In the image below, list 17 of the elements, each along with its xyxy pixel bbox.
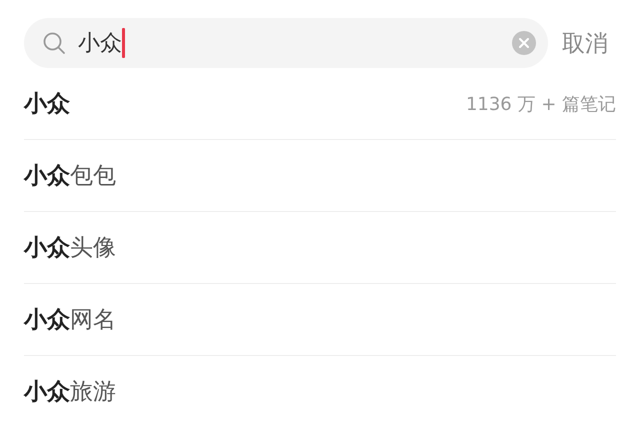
suggestion-item[interactable]: 小众网名 — [24, 284, 616, 356]
clear-icon[interactable] — [512, 31, 536, 55]
search-text: 小众 — [78, 30, 122, 58]
suggestion-text: 小众 — [24, 90, 70, 119]
suggestion-item[interactable]: 小众包包 — [24, 140, 616, 212]
text-cursor — [122, 28, 125, 58]
suggestion-item[interactable]: 小众头像 — [24, 212, 616, 284]
search-field[interactable]: 小众 — [24, 18, 548, 68]
suggestion-text: 小众旅游 — [24, 378, 116, 407]
suggestion-item[interactable]: 小众旅游 — [24, 356, 616, 426]
suggestion-text: 小众网名 — [24, 306, 116, 335]
search-icon — [42, 31, 66, 55]
suggestion-text: 小众包包 — [24, 162, 116, 191]
suggestion-item[interactable]: 小众 1136 万 + 篇笔记 — [24, 68, 616, 140]
suggestion-text: 小众头像 — [24, 234, 116, 263]
cancel-button[interactable]: 取消 — [562, 28, 608, 58]
note-count: 1136 万 + 篇笔记 — [466, 92, 616, 116]
